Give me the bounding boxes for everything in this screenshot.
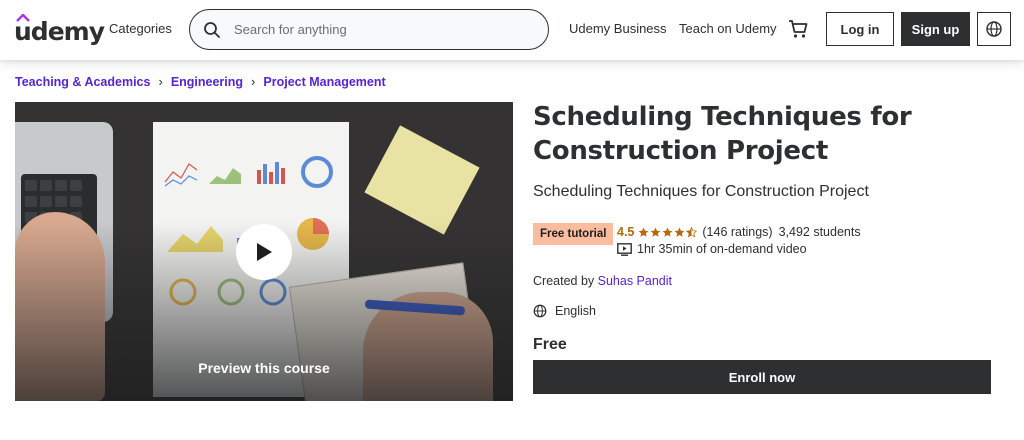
categories-menu[interactable]: Categories [109,21,172,36]
chevron-right-icon: › [158,74,163,89]
star-icon [638,227,649,237]
created-by: Created by Suhas Pandit [533,274,672,288]
half-star-icon [686,226,698,238]
video-length: 1hr 35min of on-demand video [617,242,807,256]
play-icon [257,243,272,261]
chevron-right-icon: › [251,74,256,89]
rating-stars [638,226,698,238]
search-input[interactable] [234,18,534,40]
signup-button[interactable]: Sign up [901,12,970,46]
logo-hat-icon [16,14,30,22]
globe-icon [986,21,1002,37]
login-button[interactable]: Log in [826,12,894,46]
course-language: English [533,304,596,318]
logo-text: udemy [14,17,105,46]
rating-summary: 4.5 (146 ratings) 3,492 students [617,225,861,239]
top-header: udemy Categories Udemy Business Teach on… [0,0,1024,60]
udemy-logo[interactable]: udemy [14,14,105,46]
course-subtitle: Scheduling Techniques for Construction P… [533,183,869,200]
breadcrumb: Teaching & Academics › Engineering › Pro… [15,74,386,89]
price: Free [533,336,567,353]
teach-on-udemy-link[interactable]: Teach on Udemy [679,21,777,36]
star-icon [674,227,685,237]
star-icon [650,227,661,237]
video-icon [617,242,632,256]
course-title: Scheduling Techniques for Construction P… [533,102,912,166]
created-by-label: Created by [533,274,598,288]
search-bar[interactable] [189,9,549,50]
search-icon[interactable] [203,21,221,39]
play-button[interactable] [236,224,292,280]
rating-value: 4.5 [617,225,635,239]
course-preview[interactable]: Preview this course [15,102,513,401]
ratings-count[interactable]: (146 ratings) [702,225,772,239]
preview-label[interactable]: Preview this course [15,360,513,376]
enroll-button[interactable]: Enroll now [533,360,991,394]
breadcrumb-engineering[interactable]: Engineering [171,75,243,89]
udemy-business-link[interactable]: Udemy Business [569,21,667,36]
students-count: 3,492 students [778,225,861,239]
star-icon [662,227,673,237]
cart-icon[interactable] [787,18,809,40]
breadcrumb-project-management[interactable]: Project Management [263,75,385,89]
language-text: English [555,304,596,318]
video-length-text: 1hr 35min of on-demand video [637,242,807,256]
author-link[interactable]: Suhas Pandit [598,274,672,288]
breadcrumb-teaching-academics[interactable]: Teaching & Academics [15,75,150,89]
language-button[interactable] [977,12,1011,46]
globe-icon [533,304,547,318]
free-tutorial-badge: Free tutorial [533,223,614,245]
